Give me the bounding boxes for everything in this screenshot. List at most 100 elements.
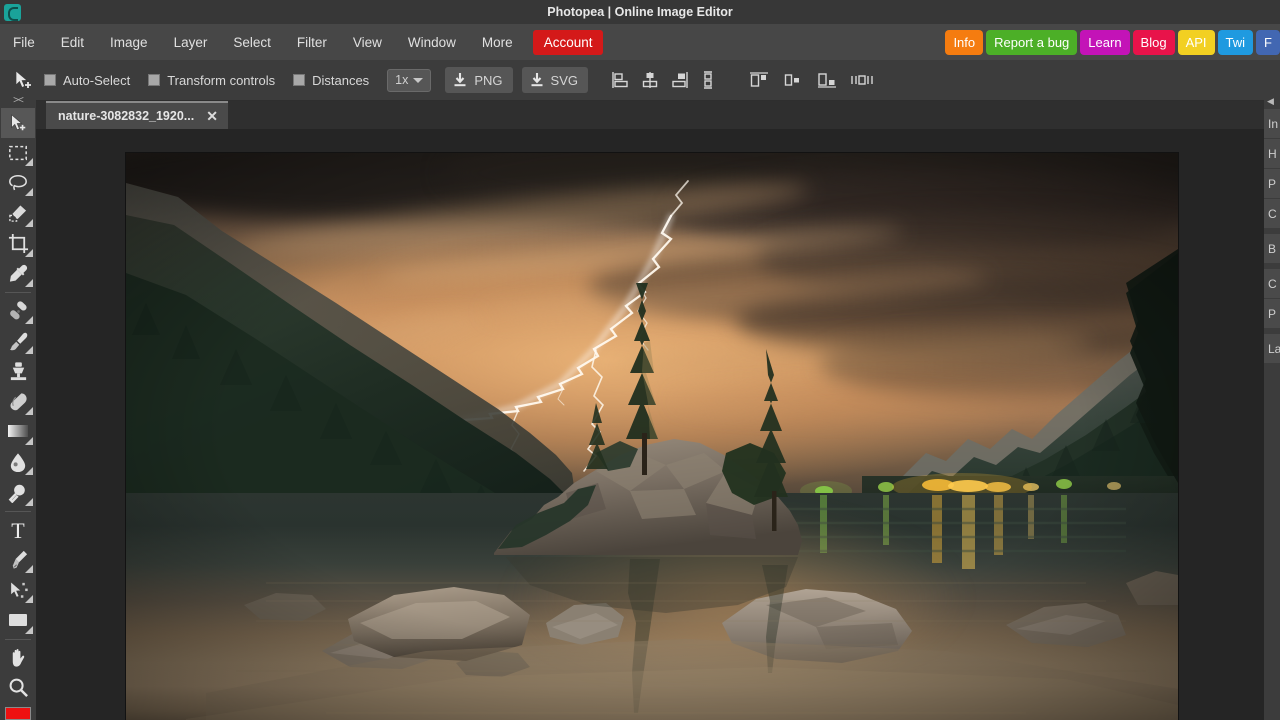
foreground-color-swatch[interactable] xyxy=(5,706,31,720)
tool-eraser[interactable] xyxy=(1,387,35,417)
link-learn[interactable]: Learn xyxy=(1080,29,1130,55)
close-icon[interactable]: ✕ xyxy=(206,108,218,125)
align-right-icon[interactable] xyxy=(669,70,689,90)
distribute-middle-icon[interactable] xyxy=(782,70,804,90)
tool-shape[interactable] xyxy=(1,605,35,635)
auto-select-label: Auto-Select xyxy=(63,72,131,88)
menu-item-more[interactable]: More xyxy=(471,31,524,54)
export-svg-label: SVG xyxy=(550,72,579,88)
title-bar: Photopea | Online Image Editor xyxy=(0,0,1280,24)
align-left-icon[interactable] xyxy=(611,70,631,90)
magnifier-icon xyxy=(9,678,28,698)
right-panels: ◀ In H P C B C P La xyxy=(1264,93,1280,720)
gradient-icon xyxy=(8,425,28,438)
distribute-bottom-icon[interactable] xyxy=(816,70,838,90)
zoom-level-value: 1x xyxy=(395,73,409,87)
checkbox-box xyxy=(148,74,161,86)
tool-brush[interactable] xyxy=(1,326,35,356)
menu-item-image[interactable]: Image xyxy=(99,31,159,54)
tool-move[interactable] xyxy=(1,107,35,138)
tool-hand[interactable] xyxy=(1,643,35,673)
rectangle-shape-icon xyxy=(9,613,27,626)
link-twitter[interactable]: Twi xyxy=(1217,29,1254,55)
checkbox-box xyxy=(293,74,306,86)
link-report-a-bug[interactable]: Report a bug xyxy=(986,29,1078,55)
link-facebook[interactable]: F xyxy=(1256,29,1280,55)
tool-crop[interactable] xyxy=(1,229,35,259)
hand-icon xyxy=(12,649,24,667)
menu-item-layer[interactable]: Layer xyxy=(163,31,219,54)
panel-histogram[interactable]: H xyxy=(1264,139,1280,169)
link-api[interactable]: API xyxy=(1177,29,1215,55)
menu-item-select[interactable]: Select xyxy=(222,31,282,54)
account-button[interactable]: Account xyxy=(532,29,604,55)
panel-paragraph[interactable]: P xyxy=(1264,169,1280,199)
clone-stamp-icon xyxy=(10,362,26,381)
auto-select-checkbox[interactable]: Auto-Select xyxy=(44,73,130,88)
tool-pen[interactable] xyxy=(1,545,35,575)
eyedropper-icon xyxy=(9,265,27,283)
text-type-icon: T xyxy=(11,519,25,541)
canvas-work-area[interactable] xyxy=(36,129,1264,720)
document-tab[interactable]: nature-3082832_1920... ✕ xyxy=(46,101,228,129)
tool-marquee[interactable] xyxy=(1,138,35,168)
tool-zoom[interactable] xyxy=(1,673,35,703)
tools-panel: >< T xyxy=(0,93,36,720)
photopea-logo-icon[interactable] xyxy=(0,0,24,24)
move-tool-icon xyxy=(8,65,38,95)
svg-text:T: T xyxy=(11,519,25,541)
panel-color[interactable]: C xyxy=(1264,269,1280,299)
zoom-level-select[interactable]: 1x xyxy=(387,68,432,92)
photo-landscape xyxy=(126,153,1178,720)
panel-paths[interactable]: P xyxy=(1264,299,1280,329)
vignette xyxy=(126,153,1178,720)
menu-item-file[interactable]: File xyxy=(2,31,46,54)
eraser-icon xyxy=(10,393,27,411)
export-svg-button[interactable]: SVG xyxy=(521,67,589,93)
download-icon xyxy=(454,73,466,87)
link-info[interactable]: Info xyxy=(945,29,984,55)
panel-info[interactable]: In xyxy=(1264,109,1280,139)
page-title: Photopea | Online Image Editor xyxy=(547,5,733,19)
options-bar: Auto-Select Transform controls Distances… xyxy=(0,60,1280,101)
tool-blur[interactable] xyxy=(1,447,35,477)
collapse-arrow-icon[interactable]: ◀ xyxy=(1264,93,1280,109)
align-center-horizontal-icon[interactable] xyxy=(640,70,660,90)
distribute-spacing-icon[interactable] xyxy=(850,70,874,90)
export-png-button[interactable]: PNG xyxy=(445,67,513,93)
tool-lasso[interactable] xyxy=(1,168,35,198)
tool-eyedropper[interactable] xyxy=(1,259,35,289)
distances-label: Distances xyxy=(312,72,370,88)
align-vertical-icon[interactable] xyxy=(698,70,718,90)
tool-type[interactable]: T xyxy=(1,515,35,545)
tool-quick-select[interactable] xyxy=(1,198,35,228)
panel-brushes[interactable]: B xyxy=(1264,234,1280,264)
link-blog[interactable]: Blog xyxy=(1132,29,1175,55)
panel-character[interactable]: C xyxy=(1264,199,1280,229)
tool-stamp[interactable] xyxy=(1,356,35,386)
menu-item-edit[interactable]: Edit xyxy=(50,31,95,54)
collapse-arrows-icon[interactable]: >< xyxy=(0,93,36,108)
distribute-buttons xyxy=(748,70,874,90)
dodge-icon xyxy=(8,484,25,504)
menu-bar: File Edit Image Layer Select Filter View… xyxy=(0,24,1280,60)
lasso-icon xyxy=(9,175,27,191)
panel-layers[interactable]: La xyxy=(1264,334,1280,364)
menu-item-window[interactable]: Window xyxy=(397,31,467,54)
tool-heal[interactable] xyxy=(1,296,35,326)
blur-drop-icon xyxy=(10,453,26,472)
distances-checkbox[interactable]: Distances xyxy=(293,73,369,88)
menu-item-filter[interactable]: Filter xyxy=(286,31,338,54)
download-icon xyxy=(531,73,543,87)
tool-dodge[interactable] xyxy=(1,477,35,507)
distribute-top-icon[interactable] xyxy=(748,70,770,90)
align-buttons xyxy=(611,70,718,90)
menu-item-view[interactable]: View xyxy=(342,31,393,54)
tool-path-select[interactable] xyxy=(1,575,35,605)
tool-gradient[interactable] xyxy=(1,417,35,447)
image-canvas[interactable] xyxy=(126,153,1178,720)
export-png-label: PNG xyxy=(474,72,503,88)
transform-controls-checkbox[interactable]: Transform controls xyxy=(148,73,275,88)
crop-icon xyxy=(8,234,28,254)
transform-controls-label: Transform controls xyxy=(167,72,276,88)
